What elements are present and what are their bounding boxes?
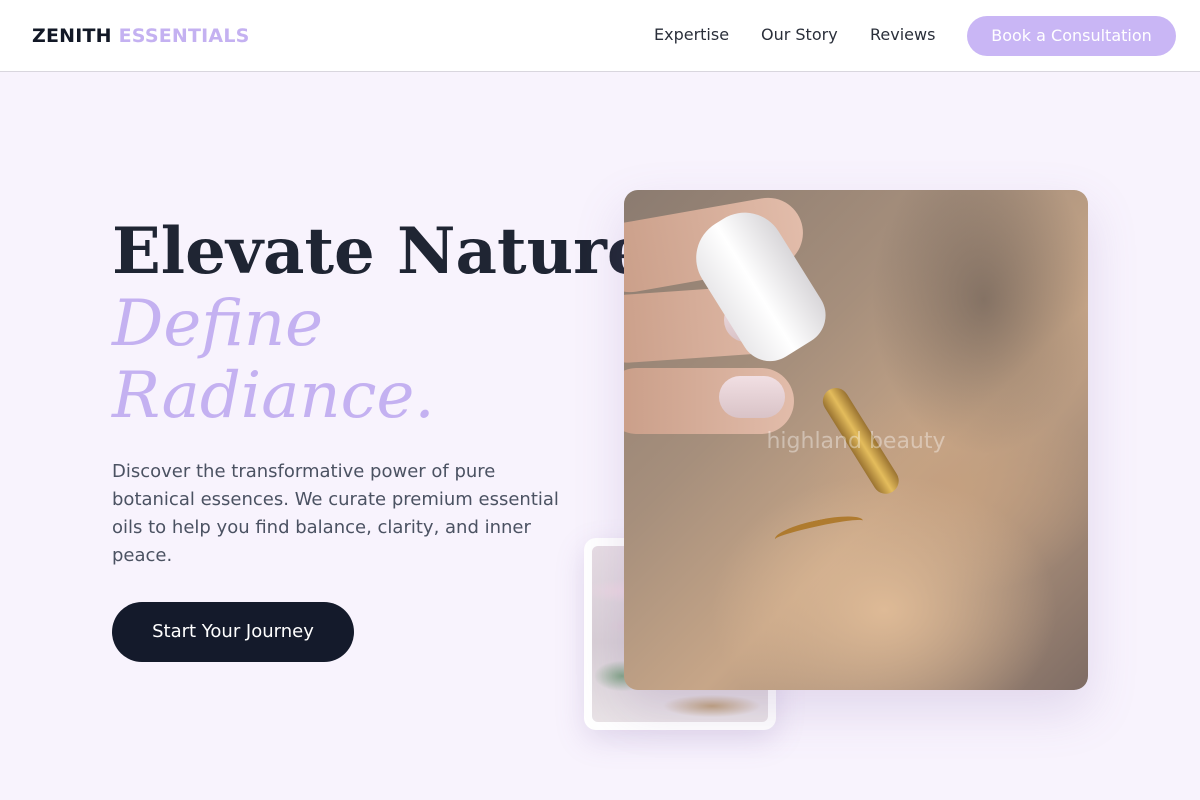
book-consultation-button[interactable]: Book a Consultation <box>967 16 1176 56</box>
hero-description: Discover the transformative power of pur… <box>112 458 572 570</box>
top-navigation-bar: ZENITH ESSENTIALS Expertise Our Story Re… <box>0 0 1200 72</box>
image-watermark: highland beauty <box>766 429 946 454</box>
hero-headline: Elevate Nature, <box>112 214 670 289</box>
hero-description-line: botanical essences. We curate premium es… <box>112 489 559 510</box>
nav-link-reviews[interactable]: Reviews <box>870 24 935 46</box>
brand-name-accent: ESSENTIALS <box>118 25 250 47</box>
nav-link-our-story[interactable]: Our Story <box>761 24 838 46</box>
hero-description-line: oils to help you find balance, clarity, … <box>112 517 531 538</box>
start-journey-button[interactable]: Start Your Journey <box>112 602 354 662</box>
hero-description-line: peace. <box>112 545 173 566</box>
hero-description-line: Discover the transformative power of pur… <box>112 461 496 482</box>
fingernail-shape <box>719 376 785 418</box>
nav-link-expertise[interactable]: Expertise <box>654 24 729 46</box>
hero-dropper-image: highland beauty <box>624 190 1088 690</box>
brand-logo[interactable]: ZENITH ESSENTIALS <box>32 24 250 48</box>
oil-streak-shape <box>772 510 866 550</box>
hero-headline-accent-line2: Radiance. <box>112 359 435 433</box>
hero-headline-accent-line1: Define <box>112 287 323 361</box>
brand-name-primary: ZENITH <box>32 25 112 47</box>
